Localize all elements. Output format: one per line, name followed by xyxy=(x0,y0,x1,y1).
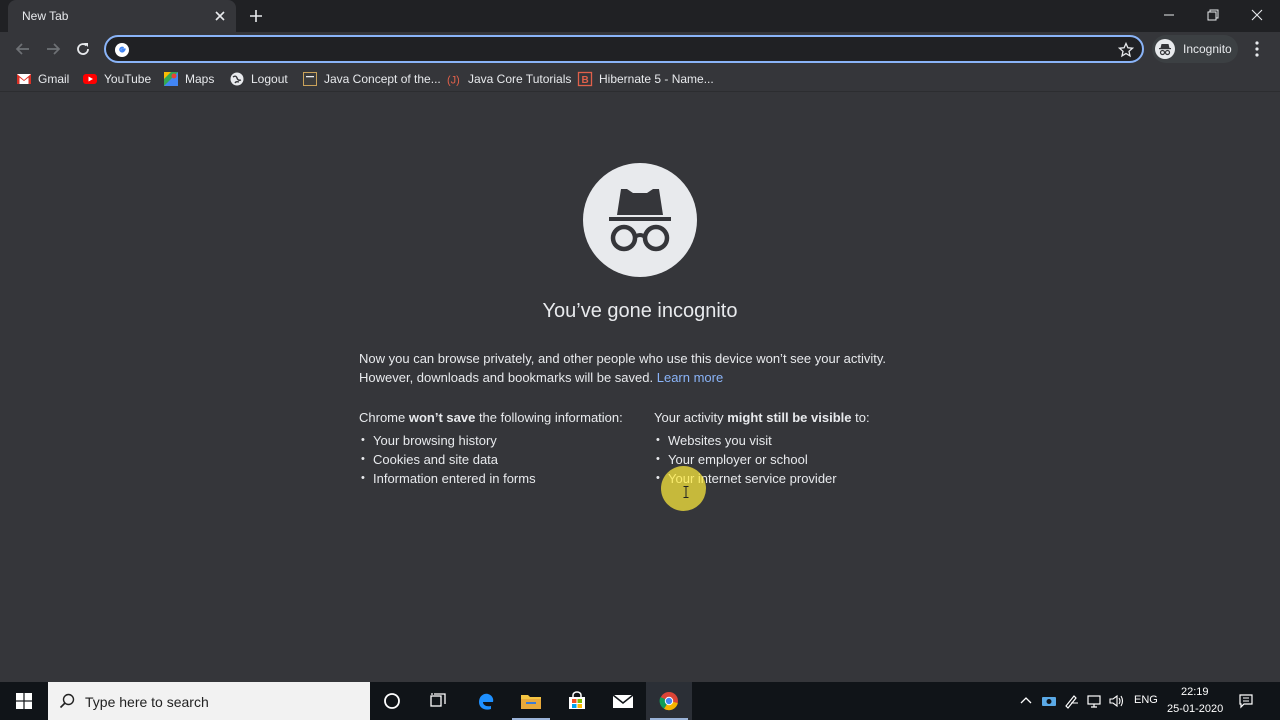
google-icon xyxy=(114,42,130,58)
maps-icon xyxy=(163,71,179,87)
learn-more-link[interactable]: Learn more xyxy=(657,370,723,385)
wont-save-heading: Chrome won’t save the following informat… xyxy=(359,410,623,425)
wont-save-list: Your browsing history Cookies and site d… xyxy=(359,431,623,488)
language-indicator[interactable]: ENG xyxy=(1134,694,1158,706)
toolbar: Incognito xyxy=(0,32,1280,66)
bookmark-hibernate[interactable]: B Hibernate 5 - Name... xyxy=(577,70,714,88)
intro-line-2: However, downloads and bookmarks will be… xyxy=(359,370,654,385)
tab-new-tab[interactable]: New Tab xyxy=(8,0,236,32)
youtube-icon xyxy=(82,71,98,87)
incognito-profile-button[interactable]: Incognito xyxy=(1152,35,1238,63)
bookmark-label: Hibernate 5 - Name... xyxy=(599,72,714,86)
incognito-page: You’ve gone incognito Now you can browse… xyxy=(0,93,1280,682)
bookmark-label: Java Concept of the... xyxy=(324,72,441,86)
bookmark-star-icon[interactable] xyxy=(1117,41,1135,58)
close-window-button[interactable] xyxy=(1234,0,1280,30)
taskbar-search-box[interactable]: Type here to search xyxy=(48,682,370,720)
incognito-avatar-icon xyxy=(1155,39,1175,59)
bookmark-label: Java Core Tutorials xyxy=(468,72,572,86)
task-view-button[interactable] xyxy=(415,682,461,720)
profile-label: Incognito xyxy=(1183,42,1232,56)
mail-icon[interactable] xyxy=(600,682,646,720)
new-tab-button[interactable] xyxy=(246,6,266,26)
tab-title: New Tab xyxy=(22,9,69,23)
search-icon xyxy=(59,693,75,709)
clock-time[interactable]: 22:19 xyxy=(1181,686,1209,698)
gmail-icon xyxy=(16,71,32,87)
back-button[interactable] xyxy=(12,38,34,60)
bookmark-label: Maps xyxy=(185,72,215,86)
start-button[interactable] xyxy=(0,682,48,720)
svg-text:B: B xyxy=(582,75,589,86)
wont-save-column: Chrome won’t save the following informat… xyxy=(359,409,623,488)
globe-icon xyxy=(229,71,245,87)
restore-button[interactable] xyxy=(1190,0,1236,30)
tab-strip: New Tab xyxy=(0,0,1280,32)
edge-icon[interactable] xyxy=(463,682,509,720)
pen-icon[interactable] xyxy=(1063,693,1079,709)
bookmark-gmail[interactable]: Gmail xyxy=(16,70,69,88)
intro-paragraph: Now you can browse privately, and other … xyxy=(359,349,919,387)
notifications-icon[interactable] xyxy=(1238,693,1254,709)
incognito-icon xyxy=(583,163,697,277)
bookmark-site-icon xyxy=(302,71,318,87)
list-item: Your browsing history xyxy=(359,431,623,450)
reload-button[interactable] xyxy=(72,38,94,60)
cortana-button[interactable] xyxy=(369,682,415,720)
bookmark-label: Gmail xyxy=(38,72,70,86)
bookmark-label: YouTube xyxy=(104,72,152,86)
list-item: Information entered in forms xyxy=(359,469,623,488)
bookmark-logout[interactable]: Logout xyxy=(229,70,288,88)
store-icon[interactable] xyxy=(554,682,600,720)
file-explorer-icon[interactable] xyxy=(508,682,554,720)
text-cursor-icon xyxy=(683,485,689,498)
close-icon[interactable] xyxy=(212,8,228,24)
list-item: Websites you visit xyxy=(654,431,870,450)
camera-icon[interactable] xyxy=(1041,693,1057,709)
chrome-icon[interactable] xyxy=(646,682,692,720)
volume-icon[interactable] xyxy=(1108,693,1124,709)
list-item: Cookies and site data xyxy=(359,450,623,469)
more-menu-icon[interactable] xyxy=(1250,40,1264,58)
bookmark-maps[interactable]: Maps xyxy=(163,70,214,88)
forward-button[interactable] xyxy=(42,38,64,60)
still-visible-heading: Your activity might still be visible to: xyxy=(654,410,870,425)
bookmarks-bar: Gmail YouTube Maps Logout Java Concept o… xyxy=(0,66,1280,92)
minimize-button[interactable] xyxy=(1146,0,1192,30)
windows-taskbar: Type here to search ENG 22:19 25-01-2020 xyxy=(0,682,1280,720)
bookmark-java-core[interactable]: (J) Java Core Tutorials xyxy=(446,70,571,88)
network-icon[interactable] xyxy=(1086,693,1102,709)
address-bar[interactable] xyxy=(104,35,1144,63)
search-placeholder: Type here to search xyxy=(85,694,209,710)
bookmark-site-icon: B xyxy=(577,71,593,87)
bookmark-youtube[interactable]: YouTube xyxy=(82,70,151,88)
bookmark-site-icon: (J) xyxy=(446,71,462,87)
page-title: You’ve gone incognito xyxy=(542,300,738,322)
bookmark-label: Logout xyxy=(251,72,288,86)
svg-text:(J): (J) xyxy=(447,75,460,87)
chevron-up-icon[interactable] xyxy=(1018,693,1034,709)
bookmark-java-concept[interactable]: Java Concept of the... xyxy=(302,70,441,88)
intro-line-1: Now you can browse privately, and other … xyxy=(359,351,887,366)
clock-date[interactable]: 25-01-2020 xyxy=(1167,703,1223,715)
